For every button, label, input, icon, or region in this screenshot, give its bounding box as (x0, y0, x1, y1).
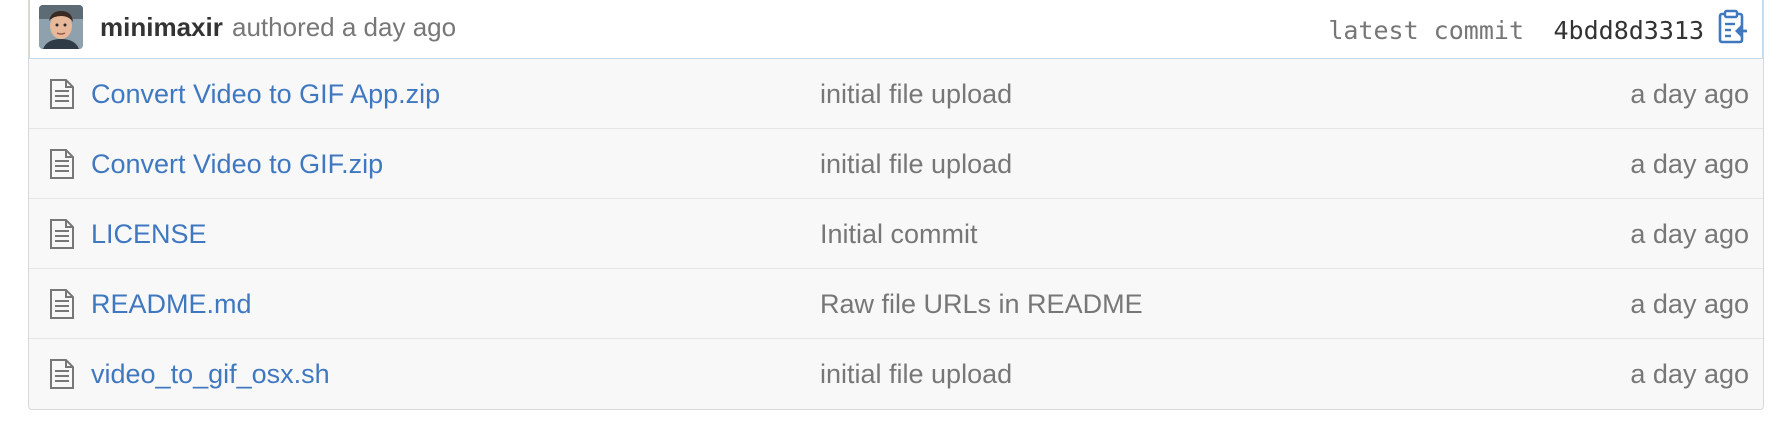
commit-meta: authored a day ago (232, 12, 457, 42)
commit-message-link[interactable]: initial file upload (820, 146, 1012, 182)
commit-sha-link[interactable]: 4bdd8d3313 (1553, 14, 1704, 48)
clipboard-icon[interactable] (1716, 9, 1750, 47)
file-age: a day ago (1630, 289, 1749, 319)
file-list: minimaxir authored a day ago latest comm… (28, 0, 1764, 410)
commit-message-link[interactable]: initial file upload (820, 356, 1012, 392)
file-row: Convert Video to GIF App.zip initial fil… (29, 59, 1763, 129)
file-rows: Convert Video to GIF App.zip initial fil… (29, 59, 1763, 409)
file-age: a day ago (1630, 219, 1749, 249)
file-age: a day ago (1630, 79, 1749, 109)
file-text-icon (50, 219, 74, 249)
commit-tease: minimaxir authored a day ago latest comm… (29, 0, 1763, 59)
file-name-link[interactable]: Convert Video to GIF App.zip (91, 76, 440, 112)
file-name-link[interactable]: LICENSE (91, 216, 207, 252)
file-row: LICENSE Initial commit a day ago (29, 199, 1763, 269)
file-name-link[interactable]: Convert Video to GIF.zip (91, 146, 383, 182)
file-name-link[interactable]: video_to_gif_osx.sh (91, 356, 330, 392)
file-row: video_to_gif_osx.sh initial file upload … (29, 339, 1763, 409)
commit-message-link[interactable]: Initial commit (820, 216, 978, 252)
commit-message-link[interactable]: initial file upload (820, 76, 1012, 112)
file-row: README.md Raw file URLs in README a day … (29, 269, 1763, 339)
file-text-icon (50, 289, 74, 319)
file-age: a day ago (1630, 149, 1749, 179)
file-text-icon (50, 359, 74, 389)
commit-author-link[interactable]: minimaxir (100, 10, 223, 44)
latest-commit-label: latest commit (1328, 16, 1524, 45)
file-text-icon (50, 149, 74, 179)
commit-message-link[interactable]: Raw file URLs in README (820, 286, 1143, 322)
file-text-icon (50, 79, 74, 109)
file-name-link[interactable]: README.md (91, 286, 252, 322)
file-age: a day ago (1630, 359, 1749, 389)
file-row: Convert Video to GIF.zip initial file up… (29, 129, 1763, 199)
avatar[interactable] (39, 5, 83, 49)
avatar-image (39, 5, 83, 49)
